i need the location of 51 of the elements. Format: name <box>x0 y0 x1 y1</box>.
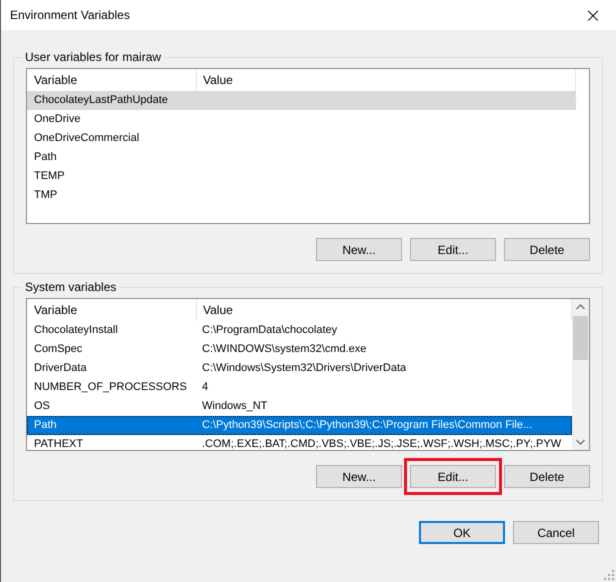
action-button[interactable]: Delete <box>504 465 590 488</box>
variable-value: 4 <box>201 380 210 395</box>
variable-row[interactable]: OS Windows_NT <box>27 397 572 416</box>
variable-row[interactable]: ComSpec C:\WINDOWS\system32\cmd.exe <box>27 340 572 359</box>
variable-name: TEMP <box>33 169 66 184</box>
variable-value: C:\WINDOWS\system32\cmd.exe <box>201 342 368 357</box>
cancel-button[interactable]: Cancel <box>513 521 599 544</box>
action-button[interactable]: New... <box>316 238 402 261</box>
action-button[interactable]: Delete <box>504 238 590 261</box>
variable-name: OneDriveCommercial <box>33 131 140 146</box>
variable-list[interactable] <box>26 298 590 451</box>
variable-row[interactable]: ChocolateyInstall C:\ProgramData\chocolatey <box>27 321 572 340</box>
variable-row[interactable]: TMP <box>27 186 576 205</box>
variable-name: TMP <box>33 188 58 203</box>
variable-value: C:\Python39\Scripts\;C:\Python39\;C:\Program Files\Common File... <box>201 418 534 433</box>
variable-row[interactable]: Path <box>27 148 576 167</box>
variable-row[interactable]: Path C:\Python39\Scripts\;C:\Python39\;C:\Program Files\Common File... <box>27 416 572 435</box>
variable-name: NUMBER_OF_PROCESSORS <box>33 380 188 395</box>
variable-value: C:\ProgramData\chocolatey <box>201 323 338 338</box>
variable-name: Path <box>33 418 58 433</box>
resize-grip-icon[interactable] <box>604 570 614 580</box>
variable-value: C:\Windows\System32\Drivers\DriverData <box>201 361 408 376</box>
variable-list[interactable]: Variable Value ChocolateyLastPathUpdate OneDrive OneDriveCommercial Path TEMP TMP <box>26 68 590 224</box>
variable-row[interactable]: DriverData C:\Windows\System32\Drivers\DriverData <box>27 359 572 378</box>
group-title: System variables <box>24 280 118 294</box>
scroll-thumb[interactable] <box>573 316 588 360</box>
variable-row[interactable]: TEMP <box>27 167 576 186</box>
scrollbar[interactable] <box>572 299 589 450</box>
close-button[interactable]: × <box>570 0 616 30</box>
variable-name: OneDrive <box>33 112 82 127</box>
action-button[interactable]: Edit... <box>410 465 496 488</box>
ok-button[interactable]: OK <box>419 521 505 544</box>
variable-name: PATHEXT <box>33 437 84 450</box>
column-header[interactable]: Variable <box>27 299 197 321</box>
variable-name: ComSpec <box>33 342 84 357</box>
action-button[interactable]: Edit... <box>410 238 496 261</box>
variable-row[interactable]: OneDrive <box>27 110 576 129</box>
variable-name: OS <box>33 399 51 414</box>
variable-row[interactable]: NUMBER_OF_PROCESSORS 4 <box>27 378 572 397</box>
variable-row[interactable]: OneDriveCommercial <box>27 129 576 148</box>
window-title: Environment Variables <box>10 8 130 22</box>
group-title: User variables for mairaw <box>24 50 162 64</box>
action-button[interactable]: New... <box>316 465 402 488</box>
variable-name: Path <box>33 150 58 165</box>
variable-row[interactable]: PATHEXT .COM;.EXE;.BAT;.CMD;.VBS;.VBE;.JS;.JSE;.WSF;.WSH;.MSC;.PY;.PYW <box>27 435 572 450</box>
variable-name: ChocolateyLastPathUpdate <box>33 93 169 108</box>
variable-value: .COM;.EXE;.BAT;.CMD;.VBS;.VBE;.JS;.JSE;.WSF;.WSH;.MSC;.PY;.PYW <box>201 437 562 450</box>
variable-value: Windows_NT <box>201 399 268 414</box>
variable-name: DriverData <box>33 361 88 376</box>
variable-row[interactable]: ChocolateyLastPathUpdate <box>27 91 576 110</box>
variable-name: ChocolateyInstall <box>33 323 119 338</box>
